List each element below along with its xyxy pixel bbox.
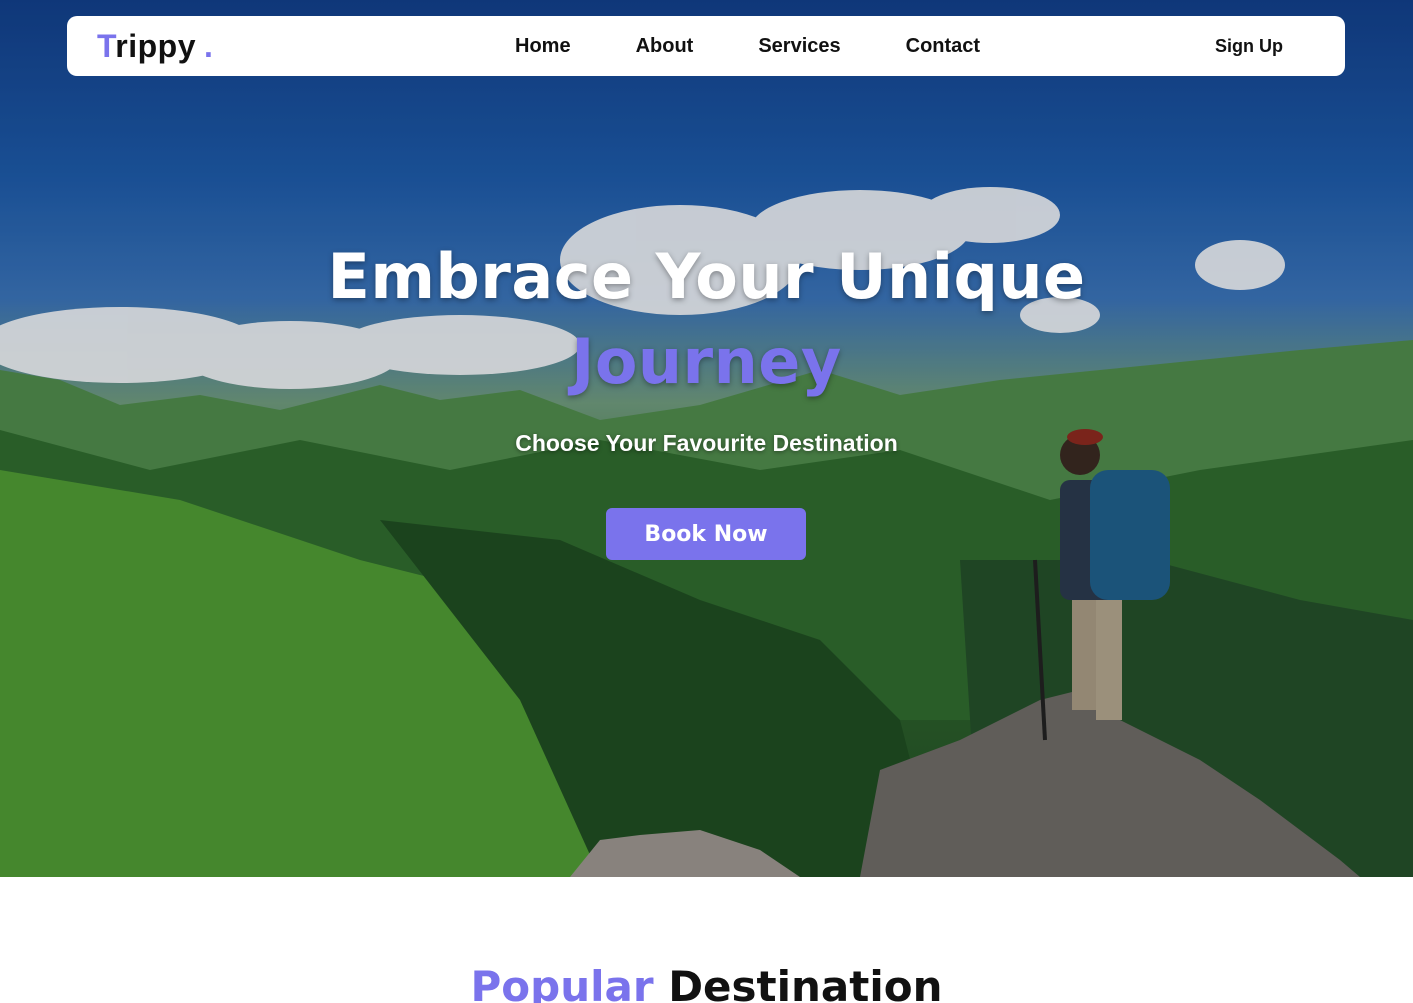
brand-logo[interactable]: Trippy.: [97, 28, 213, 65]
nav-link-about[interactable]: About: [636, 35, 694, 58]
popular-destination-heading: Popular Destination: [0, 962, 1413, 1003]
navbar: Trippy. Home About Services Contact Sign…: [67, 16, 1345, 76]
sign-up-link[interactable]: Sign Up: [1215, 36, 1283, 57]
nav-link-services[interactable]: Services: [758, 35, 840, 58]
popular-heading-rest: Destination: [668, 962, 943, 1003]
hero-subtitle: Choose Your Favourite Destination: [515, 430, 898, 456]
logo-text: rippy: [115, 28, 197, 64]
nav-link-home[interactable]: Home: [515, 35, 571, 58]
book-now-button[interactable]: Book Now: [606, 508, 806, 560]
hero-title-line1: Embrace Your Unique: [327, 240, 1086, 313]
hero-section: Embrace Your Unique Journey Choose Your …: [0, 0, 1413, 877]
hero-title-line2: Journey: [571, 325, 842, 398]
logo-initial: T: [97, 28, 116, 64]
nav-links: Home About Services Contact: [515, 35, 1045, 58]
logo-dot: .: [204, 28, 214, 64]
popular-heading-accent: Popular: [470, 962, 654, 1003]
hero-title: Embrace Your Unique Journey: [0, 240, 1413, 398]
nav-link-contact[interactable]: Contact: [906, 35, 980, 58]
